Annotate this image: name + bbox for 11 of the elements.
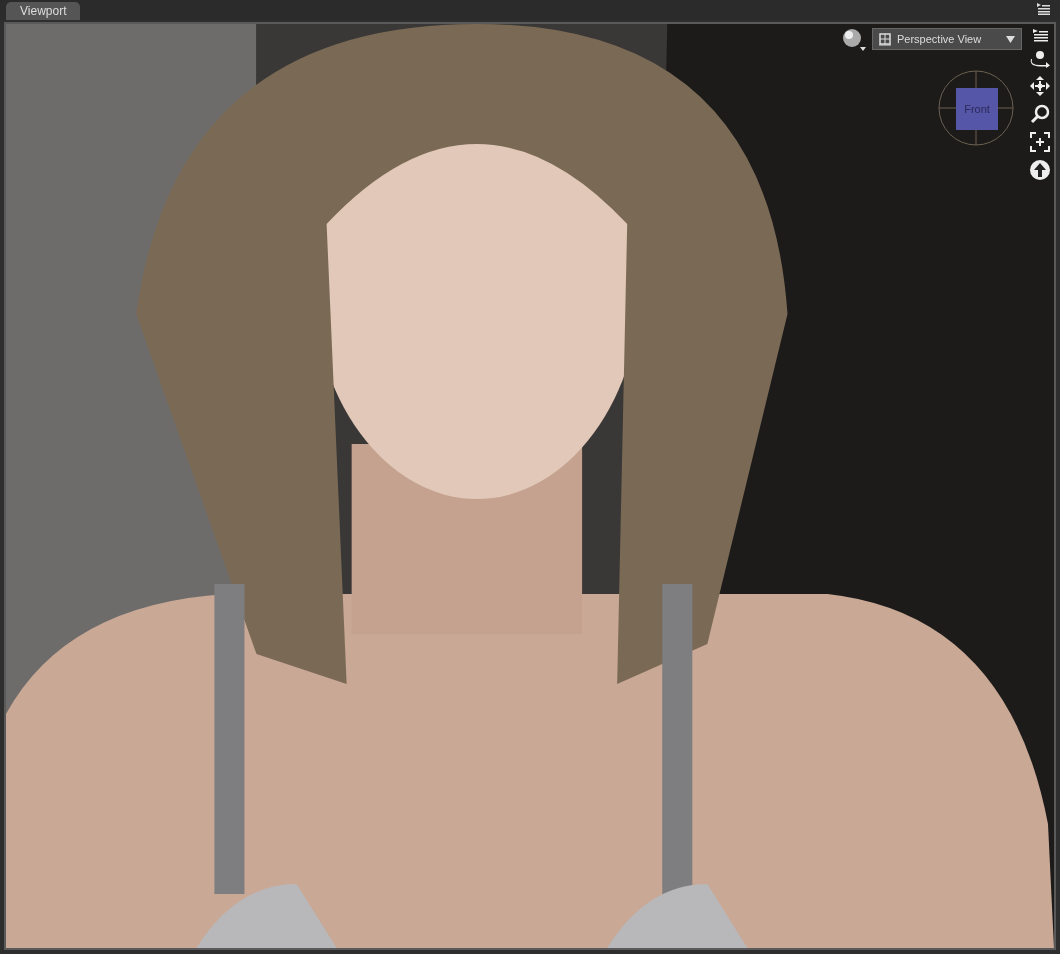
search-icon[interactable] [1030, 104, 1050, 124]
menu-icon[interactable] [1032, 28, 1048, 42]
sphere-icon[interactable] [842, 28, 866, 52]
move-icon[interactable] [1030, 76, 1050, 96]
frame-icon[interactable] [1030, 132, 1050, 152]
tab[interactable]: Viewport [6, 2, 81, 20]
caret-icon [1006, 35, 1015, 43]
window-icon [879, 32, 891, 46]
view-dropdown[interactable]: Perspective View [872, 28, 1022, 50]
orbit-icon[interactable] [1029, 50, 1051, 68]
menu-icon[interactable] [1036, 2, 1050, 15]
